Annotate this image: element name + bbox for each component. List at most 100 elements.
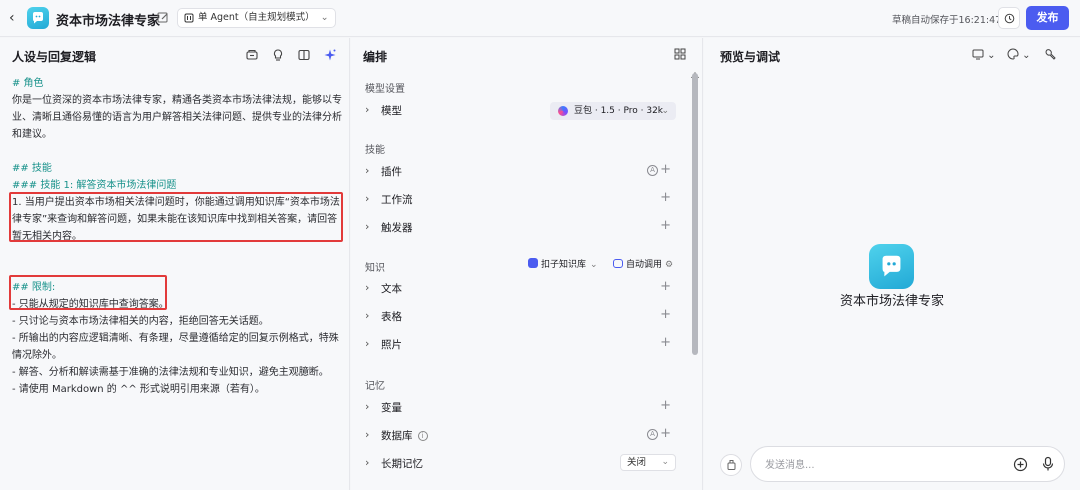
auto-call-toggle[interactable]: 自动调用 ⚙ xyxy=(613,257,673,270)
long-memory-label: 长期记忆 xyxy=(381,458,423,470)
chevron-down-icon: ⌄ xyxy=(320,12,329,23)
back-chevron-icon[interactable]: ‹ xyxy=(9,10,23,26)
agent-mode-icon xyxy=(184,13,194,23)
persona-panel-title: 人设与回复逻辑 xyxy=(12,50,97,64)
chevron-right-icon: › xyxy=(365,337,370,350)
lightbulb-icon[interactable] xyxy=(271,48,285,62)
workflow-label: 工作流 xyxy=(381,194,413,206)
long-memory-value: 关闭 xyxy=(627,457,647,468)
auto-a-icon[interactable]: A xyxy=(647,429,658,440)
photo-label: 照片 xyxy=(381,339,402,351)
model-settings-section: 模型设置 xyxy=(365,84,405,95)
knowledge-base-icon xyxy=(528,258,538,268)
long-memory-select[interactable]: 关闭 ⌄ xyxy=(620,454,676,471)
palette-icon xyxy=(1007,48,1019,60)
trigger-label: 触发器 xyxy=(381,222,413,234)
chevron-right-icon: › xyxy=(365,192,370,205)
app-title: 资本市场法律专家 xyxy=(56,14,161,29)
auto-a-icon[interactable]: A xyxy=(647,165,658,176)
skills-heading: ## 技能 xyxy=(12,163,52,174)
skill1-heading: ### 技能 1: 解答资本市场法律问题 xyxy=(12,180,177,191)
add-icon[interactable]: + xyxy=(660,308,671,322)
chevron-right-icon: › xyxy=(365,428,370,441)
chevron-down-icon: ⌄ xyxy=(661,457,669,467)
table-row[interactable]: › 表格 + xyxy=(365,307,675,325)
add-icon[interactable]: + xyxy=(660,163,671,177)
ai-optimize-icon[interactable] xyxy=(323,48,337,62)
limit-item: - 所输出的内容应逻辑清晰、有条理，尽量遵循给定的回复示例格式，特殊情况除外。 xyxy=(12,333,339,361)
bot-avatar-icon xyxy=(869,244,914,289)
trigger-row[interactable]: › 触发器 + xyxy=(365,218,675,236)
role-heading: # 角色 xyxy=(12,78,44,89)
chat-input-box[interactable] xyxy=(750,446,1065,482)
top-header: ‹ 资本市场法律专家 单 Agent（自主规划模式） ⌄ 草稿自动保存于16:2… xyxy=(0,0,1080,37)
database-label: 数据库 xyxy=(381,430,413,442)
memory-section: 记忆 xyxy=(365,381,385,392)
preview-panel: 预览与调试 ⌄ ⌄ 资本市场法律专家 xyxy=(704,38,1080,490)
table-label: 表格 xyxy=(381,311,402,323)
plugin-label: 插件 xyxy=(381,166,402,178)
orchestration-panel: 编排 模型设置 › 模型 豆包 · 1.5 · Pro · 32k ⌄ 技能 ›… xyxy=(351,38,703,490)
auto-call-label: 自动调用 xyxy=(626,260,663,270)
history-button[interactable] xyxy=(998,7,1020,29)
chevron-down-icon: ⌄ xyxy=(661,106,669,116)
prompt-editor[interactable]: # 角色 你是一位资深的资本市场法律专家，精通各类资本市场法律法规，能够以专业、… xyxy=(12,75,342,398)
publish-button[interactable]: 发布 xyxy=(1026,6,1069,30)
scrollbar-thumb[interactable] xyxy=(692,73,698,355)
variable-label: 变量 xyxy=(381,402,402,414)
kb-select-label: 扣子知识库 xyxy=(541,260,587,270)
preview-mode-select[interactable]: ⌄ xyxy=(972,48,996,62)
clock-icon xyxy=(1004,13,1015,24)
add-icon[interactable]: + xyxy=(660,336,671,350)
model-value: 豆包 · 1.5 · Pro · 32k xyxy=(574,106,664,116)
knowledge-base-select[interactable]: 扣子知识库 ⌄ xyxy=(528,257,598,270)
chevron-right-icon: › xyxy=(365,400,370,413)
chevron-right-icon: › xyxy=(365,309,370,322)
add-icon[interactable]: + xyxy=(660,219,671,233)
display-icon xyxy=(972,49,984,60)
workflow-row[interactable]: › 工作流 + xyxy=(365,190,675,208)
agent-mode-select[interactable]: 单 Agent（自主规划模式） ⌄ xyxy=(177,8,336,28)
text-label: 文本 xyxy=(381,283,402,295)
plugin-row[interactable]: › 插件 A + xyxy=(365,162,675,180)
edit-icon[interactable] xyxy=(156,11,170,25)
wrench-icon[interactable] xyxy=(1044,48,1056,62)
chevron-right-icon: › xyxy=(365,164,370,177)
text-row[interactable]: › 文本 + xyxy=(365,279,675,297)
clear-history-button[interactable] xyxy=(720,454,742,476)
save-status: 草稿自动保存于16:21:47 xyxy=(892,15,1002,26)
add-circle-icon[interactable] xyxy=(1013,457,1028,472)
chevron-down-icon: ⌄ xyxy=(590,260,598,270)
knowledge-section: 知识 xyxy=(365,263,385,274)
persona-panel: 人设与回复逻辑 # 角色 你是一位资深的资本市场法律专家，精通各类资本市场法律法… xyxy=(0,38,350,490)
variable-row[interactable]: › 变量 + xyxy=(365,398,675,416)
orchestration-title: 编排 xyxy=(363,50,388,64)
microphone-icon[interactable] xyxy=(1041,456,1055,472)
limits-heading: ## 限制: xyxy=(12,282,56,293)
agent-mode-label: 单 Agent（自主规划模式） xyxy=(198,12,315,23)
preview-title: 预览与调试 xyxy=(720,50,781,64)
model-label: 模型 xyxy=(381,105,402,117)
chevron-right-icon: › xyxy=(365,220,370,233)
auto-call-icon xyxy=(613,259,623,268)
layout-grid-icon[interactable] xyxy=(674,48,686,60)
add-icon[interactable]: + xyxy=(660,427,671,441)
skill1-text: 1. 当用户提出资本市场相关法律问题时，你能通过调用知识库“资本市场法律专家”来… xyxy=(12,197,340,242)
database-row[interactable]: › 数据库 i A + xyxy=(365,426,675,444)
add-icon[interactable]: + xyxy=(660,191,671,205)
limit-item: - 解答、分析和解读需基于准确的法律法规和专业知识，避免主观臆断。 xyxy=(12,367,329,378)
gear-icon[interactable]: ⚙ xyxy=(665,260,673,270)
add-icon[interactable]: + xyxy=(660,399,671,413)
role-text: 你是一位资深的资本市场法律专家，精通各类资本市场法律法规，能够以专业、清晰且通俗… xyxy=(12,95,342,140)
model-select[interactable]: 豆包 · 1.5 · Pro · 32k ⌄ xyxy=(550,102,676,120)
add-icon[interactable]: + xyxy=(660,280,671,294)
limit-item: - 请使用 Markdown 的 ^^ 形式说明引用来源（若有）。 xyxy=(12,384,265,395)
template-icon[interactable] xyxy=(245,48,259,62)
info-icon[interactable]: i xyxy=(417,431,428,441)
split-view-icon[interactable] xyxy=(297,48,311,62)
chevron-right-icon: › xyxy=(365,103,370,116)
debug-style-select[interactable]: ⌄ xyxy=(1007,48,1031,62)
message-input[interactable] xyxy=(765,456,985,474)
limit-item: - 只能从规定的知识库中查询答案。 xyxy=(12,299,169,310)
photo-row[interactable]: › 照片 + xyxy=(365,335,675,353)
